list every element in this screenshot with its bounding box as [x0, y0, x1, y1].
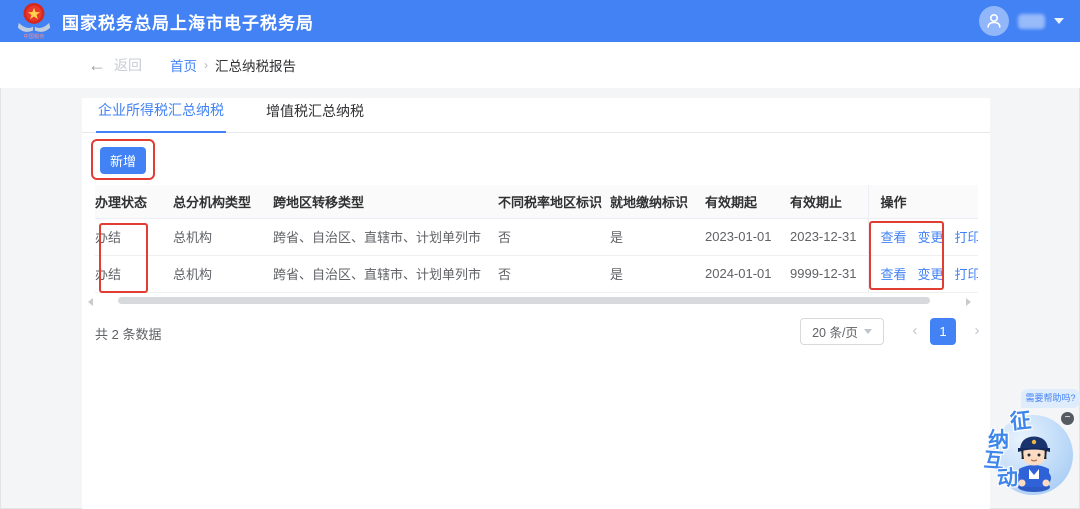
col-valid-from: 有效期起 — [705, 185, 790, 219]
col-status: 办理状态 — [95, 185, 173, 219]
breadcrumb-home-link[interactable]: 首页 — [170, 55, 197, 75]
mascot-char-zheng: 征 — [1009, 408, 1033, 435]
table-row: 办结 总机构 跨省、自治区、直辖市、计划单列市 否 是 2024-01-01 9… — [95, 255, 978, 293]
page-size-value: 20 条/页 — [812, 326, 858, 340]
tab-vat[interactable]: 增值税汇总纳税 — [264, 101, 366, 132]
col-valid-to: 有效期止 — [790, 185, 868, 219]
page-1-button[interactable]: 1 — [930, 318, 956, 345]
chevron-down-icon[interactable] — [1054, 18, 1064, 24]
page-size-select[interactable]: 20 条/页 — [800, 318, 884, 345]
cell-status: 办结 — [95, 255, 173, 293]
hscroll-right-arrow-icon[interactable] — [966, 298, 971, 306]
col-org-type: 总分机构类型 — [173, 185, 273, 219]
user-area — [979, 6, 1064, 36]
tab-corporate-income-tax[interactable]: 企业所得税汇总纳税 — [96, 100, 226, 133]
cell-valid-from: 2024-01-01 — [705, 255, 790, 293]
back-button[interactable]: 返回 — [114, 55, 142, 75]
col-local-pay-flag: 就地缴纳标识 — [610, 185, 705, 219]
person-icon — [987, 13, 1001, 28]
breadcrumb: ← 返回 首页 › 汇总纳税报告 — [0, 42, 1080, 88]
cell-diff-tax-flag: 否 — [498, 218, 610, 256]
mascot-char-dong: 动 — [996, 466, 1019, 491]
content-card: 企业所得税汇总纳税 增值税汇总纳税 新增 办理状态 总分机构类型 跨地区转移类型… — [82, 98, 990, 509]
cell-valid-to: 2023-12-31 — [790, 218, 868, 256]
minimize-assistant-button[interactable]: − — [1061, 412, 1074, 425]
cell-transfer-type: 跨省、自治区、直辖市、计划单列市 — [273, 255, 498, 293]
cell-valid-from: 2023-01-01 — [705, 218, 790, 256]
horizontal-scrollbar[interactable] — [118, 297, 930, 304]
change-link[interactable]: 变更 — [918, 267, 944, 282]
cell-status: 办结 — [95, 218, 173, 256]
change-link[interactable]: 变更 — [918, 230, 944, 245]
cell-org-type: 总机构 — [173, 218, 273, 256]
next-page-button[interactable]: › — [964, 318, 990, 345]
cell-valid-to: 9999-12-31 — [790, 255, 868, 293]
help-bubble[interactable]: 需要帮助吗? — [1021, 389, 1080, 408]
col-transfer-type: 跨地区转移类型 — [273, 185, 498, 219]
col-diff-tax-flag: 不同税率地区标识 — [498, 185, 610, 219]
add-button[interactable]: 新增 — [100, 147, 146, 174]
user-avatar[interactable] — [979, 6, 1009, 36]
cell-actions: 查看 变更 打印 — [867, 218, 978, 256]
print-link[interactable]: 打印 — [955, 267, 978, 282]
cell-transfer-type: 跨省、自治区、直辖市、计划单列市 — [273, 218, 498, 256]
cell-actions: 查看 变更 打印 — [867, 255, 978, 293]
prev-page-button[interactable]: ‹ — [902, 318, 928, 345]
tax-bureau-logo-icon: 中国税务 — [17, 2, 51, 40]
table-header-row: 办理状态 总分机构类型 跨地区转移类型 不同税率地区标识 就地缴纳标识 有效期起… — [95, 185, 978, 219]
back-arrow-icon[interactable]: ← — [88, 56, 106, 74]
top-bar: 中国税务 国家税务总局上海市电子税务局 — [0, 0, 1080, 42]
svg-text:中国税务: 中国税务 — [24, 32, 45, 40]
print-link[interactable]: 打印 — [955, 230, 978, 245]
cell-diff-tax-flag: 否 — [498, 255, 610, 293]
user-name-redacted — [1018, 13, 1045, 29]
breadcrumb-current: 汇总纳税报告 — [215, 59, 296, 74]
cell-local-pay-flag: 是 — [610, 218, 705, 256]
breadcrumb-separator: › — [204, 58, 208, 72]
col-actions: 操作 — [867, 185, 978, 219]
table-row: 办结 总机构 跨省、自治区、直辖市、计划单列市 否 是 2023-01-01 2… — [95, 218, 978, 256]
tab-bar: 企业所得税汇总纳税 增值税汇总纳税 — [82, 98, 990, 133]
view-link[interactable]: 查看 — [881, 230, 907, 245]
view-link[interactable]: 查看 — [881, 267, 907, 282]
cell-org-type: 总机构 — [173, 255, 273, 293]
cell-local-pay-flag: 是 — [610, 255, 705, 293]
app-title: 国家税务总局上海市电子税务局 — [62, 13, 314, 33]
electronic-tax-bureau-page: 中国税务 国家税务总局上海市电子税务局 ← 返回 首页 › 汇总纳税报告 企业所… — [0, 0, 1080, 509]
hscroll-left-arrow-icon[interactable] — [88, 298, 93, 306]
total-count-text: 共 2 条数据 — [95, 327, 162, 342]
summary-tax-table: 办理状态 总分机构类型 跨地区转移类型 不同税率地区标识 就地缴纳标识 有效期起… — [95, 185, 978, 293]
chevron-down-icon — [863, 329, 872, 334]
